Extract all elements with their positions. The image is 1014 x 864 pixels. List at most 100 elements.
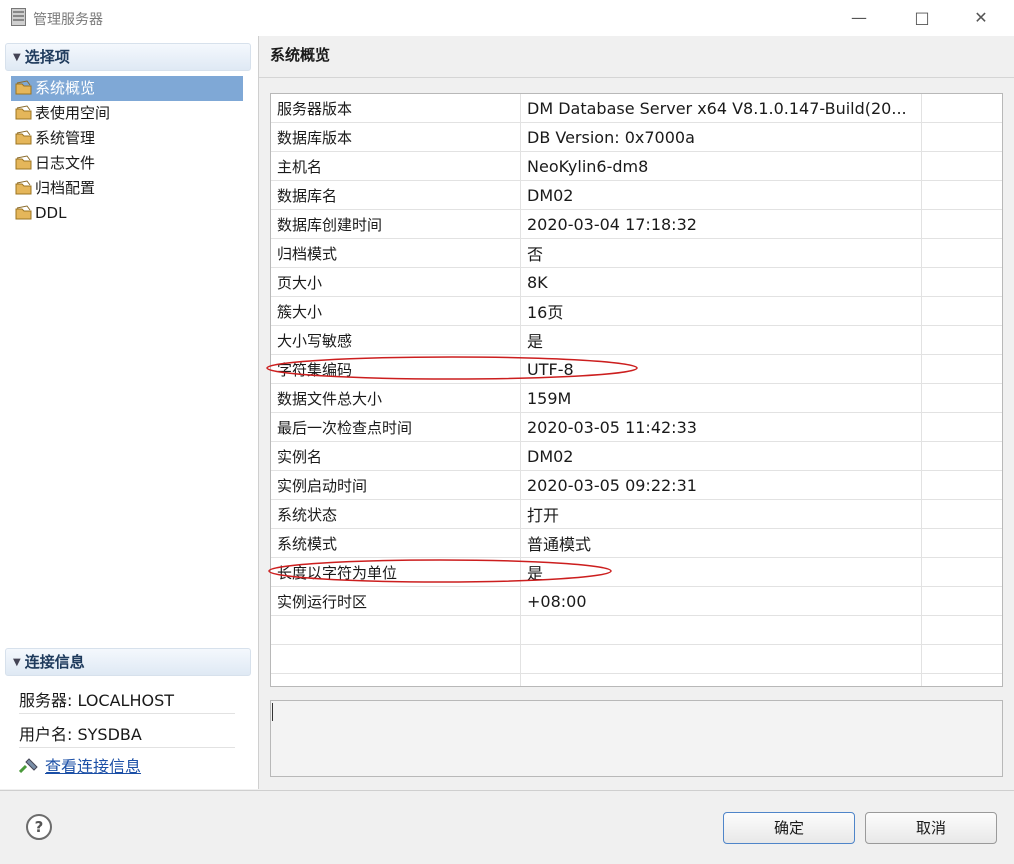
nav-item-system-overview[interactable]: 系统概览 [11,76,243,101]
cancel-button[interactable]: 取消 [865,812,997,844]
empty-cell [921,180,1002,210]
page-header: 系统概览 [259,36,1014,78]
detail-text-area[interactable] [270,700,1003,777]
property-value-cell [520,673,922,686]
property-name-cell: 数据文件总大小 [271,383,521,413]
options-list: 系统概览 表使用空间 系统管理 日志文件 归档配置 DDL [11,76,243,226]
options-section-header[interactable]: ▼ 选择项 [5,43,251,71]
table-row[interactable]: 最后一次检查点时间 2020-03-05 11:42:33 [271,412,1002,442]
empty-cell [921,209,1002,239]
property-name-cell: 实例启动时间 [271,470,521,500]
empty-cell [921,557,1002,587]
property-value-cell: 2020-03-05 09:22:31 [520,470,922,500]
empty-cell [921,238,1002,268]
minimize-button[interactable]: — [836,0,882,36]
empty-cell [921,644,1002,674]
property-name-cell: 页大小 [271,267,521,297]
table-row[interactable]: 系统模式 普通模式 [271,528,1002,558]
window-title: 管理服务器 [33,12,103,28]
folder-icon [15,80,32,95]
table-row[interactable]: 数据文件总大小 159M [271,383,1002,413]
folder-icon [15,130,32,145]
left-panel: ▼ 选择项 系统概览 表使用空间 系统管理 日志文件 归档配置 DDL ▼ 连接信息… [0,36,259,789]
table-row[interactable]: 数据库版本 DB Version: 0x7000a [271,122,1002,152]
folder-icon [15,205,32,220]
table-row[interactable]: 大小写敏感是 [271,325,1002,355]
property-value-cell: NeoKylin6-dm8 [520,151,922,181]
empty-cell [921,412,1002,442]
help-icon[interactable]: ? [26,814,52,840]
property-name-cell: 数据库版本 [271,122,521,152]
property-name-cell: 归档模式 [271,238,521,268]
text-cursor [272,703,273,721]
nav-item-system-management[interactable]: 系统管理 [11,126,243,151]
table-row[interactable]: 页大小 8K [271,267,1002,297]
table-row[interactable]: 簇大小 16页 [271,296,1002,326]
property-value-cell: UTF-8 [520,354,922,384]
nav-item-archive-config[interactable]: 归档配置 [11,176,243,201]
property-name-cell: 系统状态 [271,499,521,529]
nav-item-ddl[interactable]: DDL [11,201,243,226]
nav-item-log-files[interactable]: 日志文件 [11,151,243,176]
table-row[interactable]: 服务器版本 DM Database Server x64 V8.1.0.147-B… [271,94,1002,123]
close-button[interactable]: ✕ [958,0,1004,36]
server-icon [11,8,26,26]
empty-cell [921,354,1002,384]
table-row[interactable]: 实例启动时间 2020-03-05 09:22:31 [271,470,1002,500]
property-name-cell: 主机名 [271,151,521,181]
table-row[interactable] [271,615,1002,645]
table-row[interactable] [271,644,1002,674]
connection-section-header[interactable]: ▼ 连接信息 [5,648,251,676]
property-name-cell: 数据库创建时间 [271,209,521,239]
property-name-cell: 大小写敏感 [271,325,521,355]
folder-icon [15,155,32,170]
property-name-cell: 实例运行时区 [271,586,521,616]
property-value-cell: 否 [520,238,922,268]
ok-button[interactable]: 确定 [723,812,855,844]
user-info: 用户名: SYSDBA [19,725,142,744]
empty-cell [921,296,1002,326]
table-row[interactable]: 主机名 NeoKylin6-dm8 [271,151,1002,181]
table-row[interactable]: 字符集编码 UTF-8 [271,354,1002,384]
empty-cell [921,673,1002,686]
property-name-cell: 数据库名 [271,180,521,210]
maximize-button[interactable]: □ [899,0,945,36]
table-row[interactable]: 系统状态 打开 [271,499,1002,529]
empty-cell [921,94,1002,123]
property-value-cell: 是 [520,325,922,355]
empty-cell [921,499,1002,529]
nav-item-table-space[interactable]: 表使用空间 [11,101,243,126]
property-name-cell: 簇大小 [271,296,521,326]
title-bar: 管理服务器 — □ ✕ [0,0,1014,36]
empty-cell [921,528,1002,558]
property-name-cell: 系统模式 [271,528,521,558]
property-value-cell: 2020-03-05 11:42:33 [520,412,922,442]
folder-icon [15,105,32,120]
collapse-caret-icon[interactable]: ▼ [13,45,21,71]
property-value-cell: 2020-03-04 17:18:32 [520,209,922,239]
table-row[interactable]: 实例名 DM02 [271,441,1002,471]
property-name-cell [271,673,521,686]
table-row[interactable]: 数据库名 DM02 [271,180,1002,210]
view-connection-info[interactable]: 查看连接信息 [18,753,141,777]
plug-icon [18,758,38,774]
property-name-cell: 最后一次检查点时间 [271,412,521,442]
empty-cell [921,267,1002,297]
property-value-cell: DM Database Server x64 V8.1.0.147-Build(… [520,94,922,123]
table-row[interactable]: 归档模式否 [271,238,1002,268]
view-connection-info-link[interactable]: 查看连接信息 [45,757,141,776]
empty-cell [921,586,1002,616]
property-value-cell: 是 [520,557,922,587]
property-name-cell [271,615,521,645]
table-row[interactable] [271,673,1002,686]
collapse-caret-icon[interactable]: ▼ [13,650,21,676]
empty-cell [921,441,1002,471]
property-value-cell: DM02 [520,441,922,471]
properties-table: 服务器版本 DM Database Server x64 V8.1.0.147-B… [270,93,1003,687]
table-row[interactable]: 长度以字符为单位是 [271,557,1002,587]
button-bar: ? 确定 取消 [0,790,1014,864]
property-value-cell: +08:00 [520,586,922,616]
table-row[interactable]: 数据库创建时间 2020-03-04 17:18:32 [271,209,1002,239]
table-row[interactable]: 实例运行时区 +08:00 [271,586,1002,616]
property-name-cell: 字符集编码 [271,354,521,384]
